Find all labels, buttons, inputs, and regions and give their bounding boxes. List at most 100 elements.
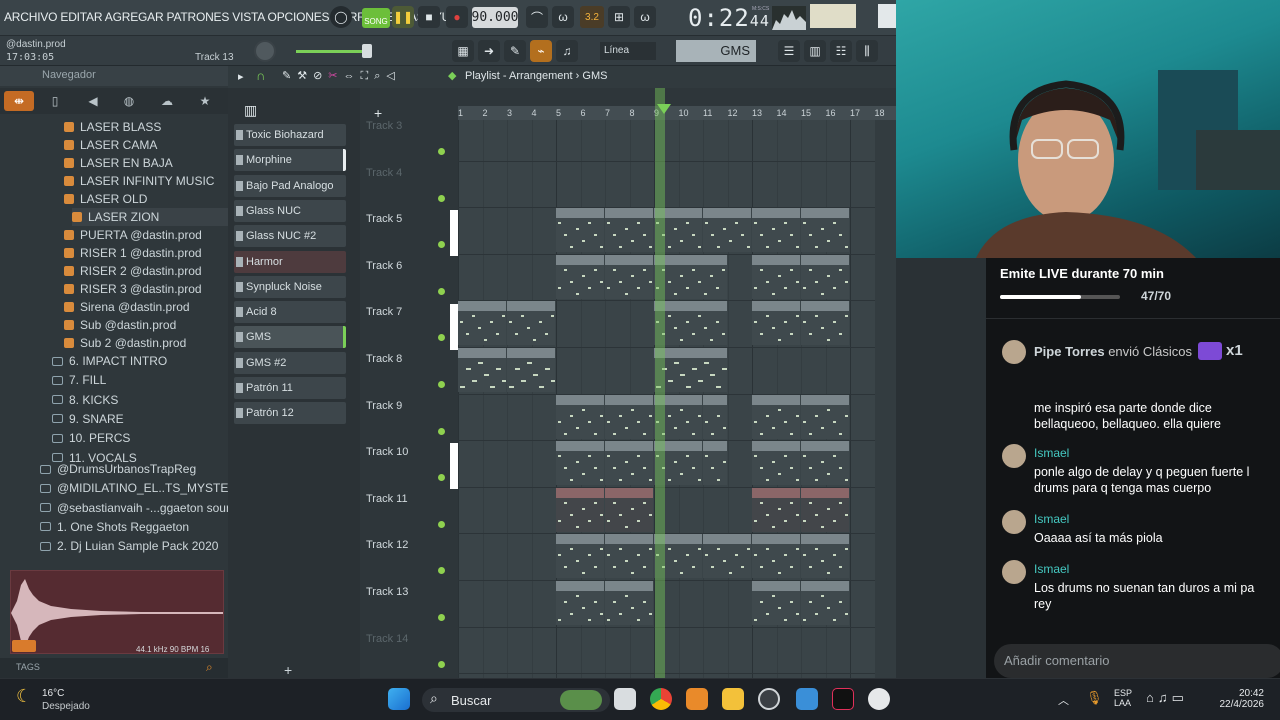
- browser-item[interactable]: 2. Dj Luian Sample Pack 2020: [40, 537, 218, 555]
- pattern-clip[interactable]: Glass NUC: [556, 441, 604, 486]
- project-tab-icon[interactable]: ▯: [40, 91, 70, 111]
- tray-chevron-icon[interactable]: ︿: [1058, 692, 1069, 708]
- pattern-item[interactable]: Morphine: [234, 149, 346, 172]
- track-mute-led[interactable]: [438, 614, 445, 621]
- track-header[interactable]: Track 5: [364, 207, 452, 253]
- browser-item[interactable]: LASER ZION: [72, 208, 228, 226]
- track-mute-led[interactable]: [438, 427, 445, 435]
- pattern-item[interactable]: Glass NUC #2: [234, 225, 346, 248]
- browser-item[interactable]: 6. IMPACT INTRO: [52, 352, 167, 370]
- pattern-clip[interactable]: Tox..zard: [801, 254, 849, 299]
- pattern-item[interactable]: Synpluck Noise: [234, 275, 346, 298]
- pattern-clip[interactable]: GMS: [801, 208, 849, 253]
- pattern-clip[interactable]: Pa...12: [605, 581, 653, 625]
- plugin-tab-icon[interactable]: ◀: [78, 91, 108, 111]
- browser-item[interactable]: 9. SNARE: [52, 410, 124, 428]
- web-tab-icon[interactable]: ◍: [114, 91, 144, 111]
- track-header[interactable]: Track 10: [364, 440, 452, 486]
- pattern-item[interactable]: Harmor: [234, 250, 346, 273]
- record-mode-icon[interactable]: ◯: [330, 6, 352, 28]
- pattern-clip[interactable]: Baj..logo: [458, 348, 506, 392]
- clock[interactable]: 20:42 22/4/2026: [1214, 688, 1265, 710]
- pattern-clip[interactable]: Harmor: [556, 487, 604, 532]
- comment-input[interactable]: Añadir comentario: [994, 644, 1280, 678]
- pattern-clip[interactable]: Acid 8: [752, 534, 800, 579]
- pattern-clip[interactable]: Synpl..ise: [752, 394, 800, 439]
- file-explorer-icon[interactable]: [722, 688, 744, 710]
- pattern-clip[interactable]: Morphine: [752, 301, 800, 346]
- track-mute-led[interactable]: [438, 148, 445, 155]
- browser-item[interactable]: RISER 3 @dastin.prod: [64, 280, 202, 298]
- track-7-selector[interactable]: [450, 304, 458, 350]
- master-volume-knob[interactable]: [254, 40, 276, 62]
- pattern-clip[interactable]: Acid 8: [605, 534, 653, 579]
- pattern-clip[interactable]: Patrón 12: [556, 581, 604, 625]
- browser-item[interactable]: Sub 2 @dastin.prod: [64, 334, 186, 352]
- track-header[interactable]: Track 3: [364, 114, 452, 160]
- avatar[interactable]: [1002, 510, 1026, 534]
- snap-select[interactable]: Línea: [600, 42, 656, 60]
- pattern-selector[interactable]: GMS: [676, 40, 756, 62]
- pattern-clip[interactable]: Morphine: [507, 301, 555, 346]
- browser-item[interactable]: @DrumsUrbanosTrapReg: [40, 460, 196, 478]
- loop-record-icon[interactable]: ⊞: [608, 6, 630, 28]
- channel-rack-icon[interactable]: ☷: [830, 40, 852, 62]
- browser-item[interactable]: 1. One Shots Reggaeton: [40, 518, 189, 536]
- track-header[interactable]: Track 8: [364, 347, 452, 393]
- pencil-tool-icon[interactable]: ✎: [504, 40, 526, 62]
- track-mute-led[interactable]: [438, 567, 445, 575]
- master-pitch-slider[interactable]: [296, 50, 366, 53]
- track-header[interactable]: Track 9: [364, 394, 452, 440]
- tiktok-icon[interactable]: [832, 688, 854, 710]
- pattern-item[interactable]: Patrón 12: [234, 402, 346, 425]
- stamp-icon[interactable]: ♫: [556, 40, 578, 62]
- add-pattern-button[interactable]: +: [284, 662, 292, 678]
- track-mute-led[interactable]: [438, 287, 445, 295]
- pause-icon[interactable]: ❚❚: [392, 6, 414, 28]
- browser-item[interactable]: @sebastianvaih -...ggaeton sound kit): [40, 499, 259, 517]
- browser-item[interactable]: LASER OLD: [64, 190, 147, 208]
- pattern-item[interactable]: Patrón 11: [234, 377, 346, 399]
- all-tab-icon[interactable]: ⇼: [4, 91, 34, 111]
- arrow-menu-icon[interactable]: ▸: [238, 70, 244, 83]
- pattern-clip[interactable]: GMS: [703, 208, 751, 253]
- pattern-clip[interactable]: Acid 8: [556, 534, 604, 579]
- pattern-item[interactable]: Toxic Biohazard: [234, 124, 346, 146]
- typing-keyboard-icon[interactable]: ▦: [452, 40, 474, 62]
- pattern-clip[interactable]: Synpl..ise: [801, 394, 849, 439]
- pattern-clip[interactable]: Glass NUC: [752, 441, 800, 486]
- track-header[interactable]: Track 4: [364, 161, 452, 207]
- browser-item[interactable]: PUERTA @dastin.prod: [64, 226, 202, 244]
- track-mute-led[interactable]: [438, 381, 445, 388]
- playlist-view-icon[interactable]: ☰: [778, 40, 800, 62]
- weather-icon[interactable]: ☾: [16, 686, 32, 707]
- fl-studio-icon[interactable]: [686, 688, 708, 710]
- magnet-icon[interactable]: ⌁: [530, 40, 552, 62]
- wait-input-icon[interactable]: ω: [552, 6, 574, 28]
- track-mute-led[interactable]: [438, 520, 445, 528]
- pattern-clip[interactable]: Syn..e: [605, 394, 653, 439]
- pattern-clip[interactable]: Morphine: [801, 301, 849, 346]
- pattern-item[interactable]: Acid 8: [234, 301, 346, 324]
- track-header[interactable]: Track 6: [364, 254, 452, 300]
- pattern-clip[interactable]: Gl...UC: [605, 441, 653, 486]
- browser-item[interactable]: RISER 2 @dastin.prod: [64, 262, 202, 280]
- pattern-clip[interactable]: Ba..go: [507, 348, 555, 392]
- tags-label[interactable]: TAGS: [16, 662, 40, 672]
- avatar[interactable]: [1002, 560, 1026, 584]
- patterns-picker-icon[interactable]: ▥: [244, 102, 257, 119]
- track-header[interactable]: Track 14: [364, 627, 452, 673]
- track-header[interactable]: Track 7: [364, 300, 452, 346]
- browser-item[interactable]: Sub @dastin.prod: [64, 316, 176, 334]
- pattern-clip[interactable]: GMS: [605, 208, 653, 253]
- pattern-clip[interactable]: GMS: [556, 208, 604, 253]
- track-mute-led[interactable]: [438, 660, 445, 668]
- avatar[interactable]: [1002, 444, 1026, 468]
- track-header[interactable]: Track 11: [364, 487, 452, 533]
- track-10-selector[interactable]: [450, 443, 458, 489]
- pattern-clip[interactable]: Glass NUC: [801, 441, 849, 486]
- track-mute-led[interactable]: [438, 194, 445, 202]
- master-pitch-handle[interactable]: [362, 44, 372, 58]
- obs-icon[interactable]: [758, 688, 780, 710]
- step-size-button[interactable]: 3.2: [580, 6, 604, 28]
